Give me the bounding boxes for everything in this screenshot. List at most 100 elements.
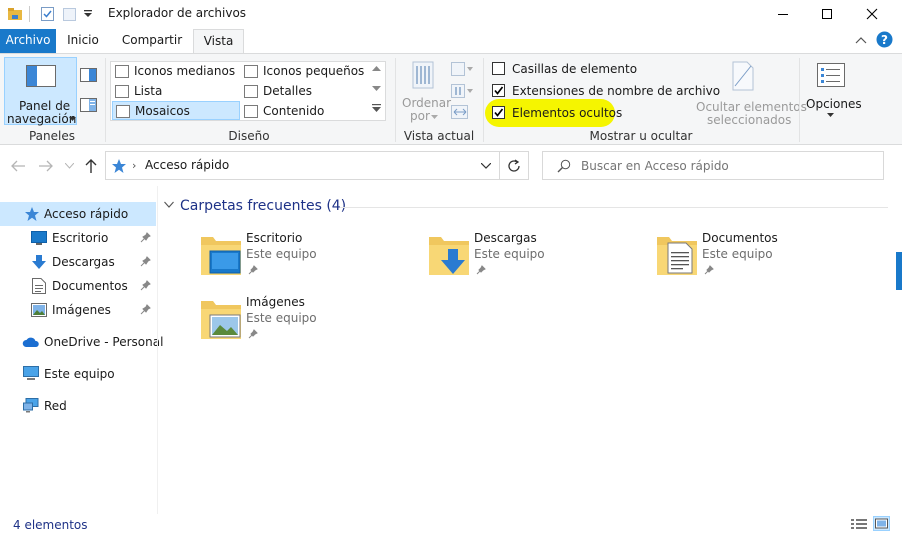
minimize-button[interactable] — [761, 0, 805, 28]
pictures-folder-icon — [200, 297, 242, 341]
forward-arrow-icon[interactable] — [38, 159, 54, 173]
gallery-scroll-down-icon[interactable] — [372, 86, 381, 92]
navigation-pane-dropdown-icon — [69, 117, 76, 122]
hide-selected-label: Ocultar elementos — [696, 100, 807, 114]
group-label-paneles: Paneles — [28, 129, 75, 143]
gallery-more-icon[interactable] — [372, 104, 381, 113]
hidden-items-checkbox[interactable] — [492, 106, 505, 119]
sort-by-button[interactable]: Ordenar por — [400, 58, 451, 126]
hide-selected-button[interactable]: Ocultar elementos seleccionados — [694, 58, 807, 127]
collapse-ribbon-icon[interactable] — [855, 35, 867, 45]
address-bar[interactable]: › Acceso rápido — [105, 151, 500, 180]
navigation-pane: Acceso rápido Escritorio Descargas Docum… — [0, 196, 163, 514]
nav-item-quick-access[interactable]: Acceso rápido — [0, 202, 156, 226]
preview-pane-icon[interactable] — [80, 68, 97, 82]
group-header-line — [340, 207, 888, 208]
new-folder-qa-icon[interactable] — [62, 6, 78, 22]
size-columns-icon[interactable] — [451, 105, 469, 119]
small-icons-icon — [244, 65, 258, 78]
maximize-icon — [821, 8, 833, 20]
properties-qa-icon[interactable] — [40, 6, 56, 22]
refresh-button[interactable] — [500, 151, 529, 180]
pin-icon — [704, 265, 714, 275]
layout-mosaicos[interactable]: Mosaicos — [112, 101, 240, 120]
window-title: Explorador de archivos — [108, 6, 247, 20]
address-toolbar: › Acceso rápido — [0, 146, 902, 186]
hide-selected-icon — [731, 60, 755, 92]
tab-vista[interactable]: Vista — [193, 29, 244, 54]
pin-icon[interactable] — [140, 280, 151, 291]
item-checkboxes-option[interactable]: Casillas de elemento — [490, 60, 637, 78]
folder-tile-documentos[interactable]: Documentos Este equipo — [656, 231, 876, 289]
details-icon — [244, 85, 258, 98]
back-arrow-icon[interactable] — [10, 159, 26, 173]
folder-tile-imagenes[interactable]: Imágenes Este equipo — [200, 295, 420, 353]
tab-compartir[interactable]: Compartir — [115, 29, 189, 53]
file-extensions-label: Extensiones de nombre de archivo — [512, 84, 721, 98]
customize-qa-dropdown-icon[interactable] — [83, 9, 93, 19]
folder-tile-descargas[interactable]: Descargas Este equipo — [428, 231, 648, 289]
file-extensions-checkbox[interactable] — [492, 84, 505, 97]
layout-iconos-pequenos[interactable]: Iconos pequeños — [241, 62, 369, 81]
details-pane-icon[interactable] — [80, 98, 97, 112]
nav-item-imagenes[interactable]: Imágenes — [0, 298, 156, 322]
ribbon-separator — [799, 58, 800, 142]
address-dropdown-icon[interactable] — [481, 163, 491, 169]
folder-tile-escritorio[interactable]: Escritorio Este equipo — [200, 231, 420, 289]
nav-label: Documentos — [52, 279, 128, 293]
search-icon — [557, 159, 571, 173]
pin-icon[interactable] — [140, 304, 151, 315]
collapse-group-icon[interactable] — [164, 201, 174, 209]
layout-detalles[interactable]: Detalles — [241, 82, 369, 101]
downloads-icon — [31, 254, 47, 270]
tiles-icon — [116, 105, 130, 118]
title-separator — [29, 6, 30, 22]
tab-inicio[interactable]: Inicio — [62, 29, 104, 53]
breadcrumb-current[interactable]: Acceso rápido — [145, 158, 229, 172]
hidden-items-label: Elementos ocultos — [512, 106, 623, 120]
details-view-icon[interactable] — [851, 518, 867, 530]
pin-icon[interactable] — [140, 256, 151, 267]
pictures-icon — [31, 303, 47, 317]
options-dropdown-icon — [827, 113, 834, 118]
nav-item-escritorio[interactable]: Escritorio — [0, 226, 156, 250]
hide-selected-label-2: seleccionados — [707, 113, 792, 127]
nav-item-onedrive[interactable]: OneDrive - Personal — [0, 330, 163, 354]
options-button[interactable]: Opciones — [803, 58, 862, 126]
layout-lista[interactable]: Lista — [112, 82, 240, 101]
file-extensions-option[interactable]: Extensiones de nombre de archivo — [490, 82, 720, 100]
nav-item-documentos[interactable]: Documentos — [0, 274, 156, 298]
close-button[interactable] — [850, 0, 894, 28]
add-columns-icon[interactable] — [451, 84, 473, 98]
search-box[interactable] — [542, 151, 884, 180]
layout-iconos-medianos[interactable]: Iconos medianos — [112, 62, 240, 81]
hidden-items-option[interactable]: Elementos ocultos — [490, 104, 622, 122]
pin-icon[interactable] — [140, 232, 151, 243]
large-icons-view-icon[interactable] — [873, 516, 890, 531]
item-checkboxes-checkbox[interactable] — [492, 62, 505, 75]
tab-archivo[interactable]: Archivo — [0, 29, 56, 53]
frequent-folders-header[interactable]: Carpetas frecuentes (4) — [180, 198, 346, 214]
nav-item-descargas[interactable]: Descargas — [0, 250, 156, 274]
pin-icon — [476, 265, 486, 275]
svg-text:?: ? — [881, 33, 888, 47]
maximize-button[interactable] — [805, 0, 849, 28]
nav-label: Escritorio — [52, 231, 109, 245]
search-input[interactable] — [581, 157, 871, 174]
nav-label: Imágenes — [52, 303, 111, 317]
layout-contenido[interactable]: Contenido — [241, 102, 369, 121]
nav-item-red[interactable]: Red — [0, 394, 156, 418]
gallery-scroll-up-icon[interactable] — [372, 66, 381, 72]
group-by-icon[interactable] — [451, 62, 473, 76]
recent-locations-icon[interactable] — [65, 163, 74, 169]
pane-divider[interactable] — [157, 186, 158, 514]
nav-item-este-equipo[interactable]: Este equipo — [0, 362, 156, 386]
content-icon — [244, 105, 258, 118]
folder-name: Escritorio — [246, 231, 303, 245]
medium-icons-icon — [115, 65, 129, 78]
downloads-folder-icon — [428, 233, 470, 277]
up-arrow-icon[interactable] — [84, 158, 98, 174]
help-icon[interactable]: ? — [876, 31, 893, 48]
folder-app-icon — [7, 6, 23, 22]
navigation-pane-button[interactable]: Panel de navegación — [4, 57, 77, 126]
